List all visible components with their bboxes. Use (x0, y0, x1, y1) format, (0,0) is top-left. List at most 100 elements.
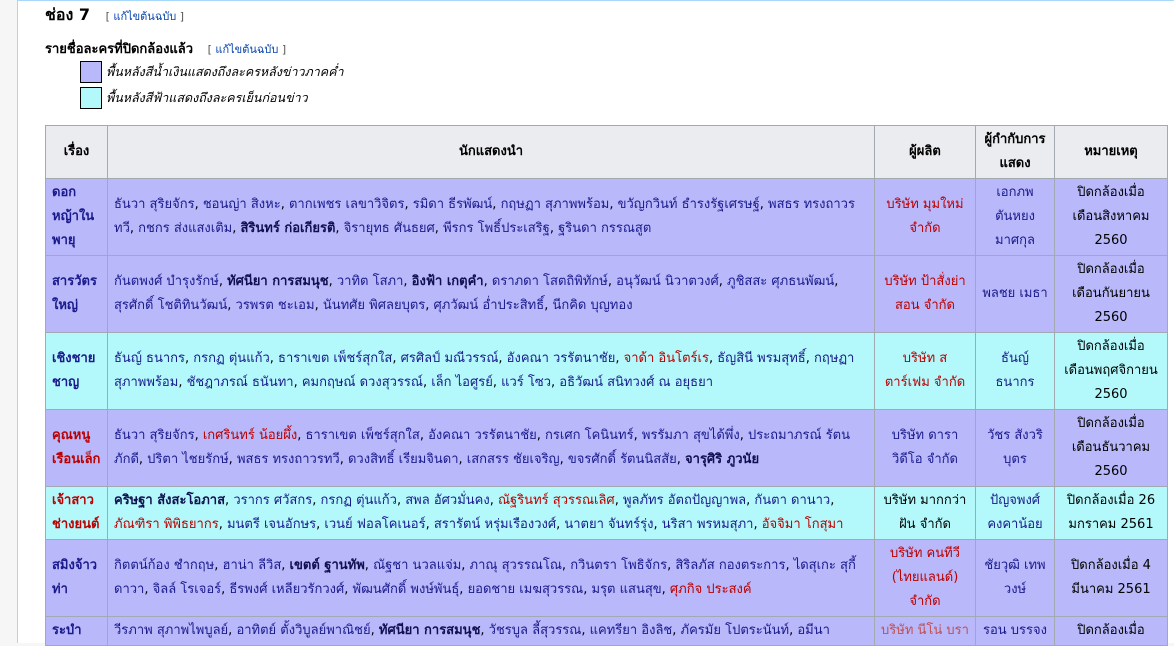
actor-link[interactable]: พสธร ทรงถาวรทวี (237, 452, 340, 467)
actor-link[interactable]: ฐรินดา กรรณสูต (558, 221, 651, 236)
director-link[interactable]: พลชย เมธา (982, 286, 1047, 301)
actor-link[interactable]: กรกฏ ตุ่นแก้ว (321, 493, 397, 508)
actor-link[interactable]: พัฒนศักดิ์ พงษ์พันธุ์ (353, 582, 460, 597)
actor-link[interactable]: กฤษฏา สุภาพพร้อม (501, 197, 610, 212)
director-link[interactable]: รอน บรรจง (983, 623, 1047, 638)
drama-title-link[interactable]: เจ้าสาวช่างยนต์ (45, 486, 108, 540)
actor-link[interactable]: กวินตรา โพธิจักร (570, 558, 667, 573)
actor-link[interactable]: ธาราเขต เพ็ชร์สุกใส (278, 351, 392, 366)
actor-link[interactable]: วรากร ศวัสกร (233, 493, 312, 508)
actor-link[interactable]: พูลภัทร อัตถปัญญาพล (623, 493, 746, 508)
actor-link[interactable]: เกศรินทร์ น้อยผึ้ง (203, 428, 297, 443)
actor-link[interactable]: วรพรต ชะเอม (236, 298, 315, 313)
actor-link[interactable]: ดราภดา โสตถิพิทักษ์ (492, 274, 608, 289)
actor-link[interactable]: สิรินทร์ ก่อเกียรติ (241, 221, 336, 236)
actor-link[interactable]: กันตพงศ์ บำรุงรักษ์ (114, 274, 219, 289)
producer-link[interactable]: บริษัท นีโน่ บรา (881, 623, 969, 638)
drama-title-link[interactable]: ดอกหญ้าในพายุ (45, 178, 108, 256)
actor-link[interactable]: นริสา พรหมสุภา (662, 517, 754, 532)
actor-link[interactable]: ตากเพชร เลขาวิจิตร (289, 197, 405, 212)
actor-link[interactable]: กชกร ส่งแสงเติม (138, 221, 232, 236)
actor-link[interactable]: กรเศก โคนินทร์ (545, 428, 634, 443)
actor-link[interactable]: มนตรี เจนอักษร (227, 517, 316, 532)
actor-link[interactable]: ธัญสินี พรมสุทธิ์ (717, 351, 806, 366)
actor-link[interactable]: นันทศัย พิศลยบุตร (323, 298, 425, 313)
actor-link[interactable]: สุรศักดิ์ โชติทินวัฒน์ (114, 298, 227, 313)
producer-link[interactable]: บริษัท ดารา วิดีโอ จำกัด (892, 428, 959, 467)
producer-link[interactable]: บริษัท มุมใหม่ จำกัด (886, 197, 963, 236)
actor-link[interactable]: ศรศิลป์ มณีวรรณ์ (401, 351, 499, 366)
edit-link-text[interactable]: แก้ไขต้นฉบับ (215, 43, 278, 56)
actor-link[interactable]: อธิวัฒน์ สนิทวงศ์ ณ อยุธยา (559, 375, 713, 390)
actor-link[interactable]: วาทิต โสภา (337, 274, 404, 289)
actor-link[interactable]: เล็ก ไอศูรย์ (431, 375, 493, 390)
actor-link[interactable]: ธาราเขต เพ็ชร์สุกใส (306, 428, 420, 443)
actor-link[interactable]: อังคณา วรรัตนาชัย (428, 428, 537, 443)
actor-link[interactable]: เสกสรร ชัยเจริญ (467, 452, 560, 467)
actor-link[interactable]: ธันวา สุริยจักร (114, 428, 195, 443)
director-link[interactable]: วัชร สังวริบุตร (987, 428, 1043, 467)
actor-link[interactable]: จิลล์ โรเจอร์ (153, 582, 222, 597)
actor-link[interactable]: กันตา ดานาว (754, 493, 830, 508)
actor-link[interactable]: พรรัมภา สุขได้พึ่ง (642, 428, 740, 443)
actor-link[interactable]: วัชรบูล ลี้สุวรรณ (489, 623, 582, 638)
drama-title-link[interactable]: สารวัตรใหญ่ (45, 255, 108, 333)
actor-link[interactable]: ดวงสิทธิ์ เรียมจินดา (348, 452, 459, 467)
section-edit-link[interactable]: [ แก้ไขต้นฉบับ ] (106, 10, 185, 23)
actor-link[interactable]: อนุวัฒน์ นิวาตวงศ์ (616, 274, 719, 289)
actor-link[interactable]: ณัฐชา นวลแจ่ม (373, 558, 461, 573)
actor-link[interactable]: ขวัญกวินท์ ธำรงรัฐเศรษฐ์ (618, 197, 760, 212)
actor-link[interactable]: ศุภวัฒน์ อ่ำประสิทธิ์ (434, 298, 545, 313)
actor-link[interactable]: คริษฐา สังสะโอภาส (114, 493, 225, 508)
actor-link[interactable]: ภัณฑิรา พิพิธยากร (114, 517, 219, 532)
actor-link[interactable]: รมิดา ธีรพัฒน์ (413, 197, 493, 212)
producer-link[interactable]: บริษัท คนทีวี (ไทยแลนด์) จำกัด (890, 546, 960, 609)
producer-link[interactable]: บริษัท สตาร์เฟม จำกัด (885, 351, 965, 390)
actor-link[interactable]: จิรายุทธ ศันธยศ (344, 221, 435, 236)
actor-link[interactable]: สพล อัศวมั่นคง (405, 493, 489, 508)
actor-link[interactable]: ทัศนียา การสมนุช (379, 623, 481, 638)
actor-link[interactable]: แวร์ โซว (501, 375, 551, 390)
actor-link[interactable]: นาตยา จันทร์รุ่ง (564, 517, 653, 532)
actor-link[interactable]: ธีรพงศ์ เหลียวรักวงศ์ (229, 582, 344, 597)
subsection-edit-link[interactable]: [ แก้ไขต้นฉบับ ] (208, 43, 287, 56)
actor-link[interactable]: ชัชฎาภรณ์ ธนันทา (187, 375, 294, 390)
actor-link[interactable]: ขจรศักดิ์ รัตนนิสสัย (568, 452, 677, 467)
actor-link[interactable]: ธันวา สุริยจักร (114, 197, 195, 212)
edit-link-text[interactable]: แก้ไขต้นฉบับ (113, 10, 176, 23)
actor-link[interactable]: อัจจิมา โกสุมา (762, 517, 844, 532)
actor-link[interactable]: ฮาน่า ลีวิส (223, 558, 282, 573)
actor-link[interactable]: กิตตน์ก้อง ชำกฤษ (114, 558, 214, 573)
director-link[interactable]: ปัญจพงศ์ คงคาน้อย (987, 493, 1042, 532)
actor-link[interactable]: วีรภาพ สุภาพไพบูลย์ (114, 623, 228, 638)
producer-link[interactable]: บริษัท ป้าสั่งย่าสอน จำกัด (884, 274, 965, 313)
actor-link[interactable]: ณัฐรินทร์ สุวรรณเลิศ (498, 493, 615, 508)
actor-link[interactable]: สรารัตน์ หรุ่มเรืองวงศ์ (434, 517, 556, 532)
actor-link[interactable]: คมกฤษณ์ ดวงสุวรรณ์ (302, 375, 423, 390)
actor-link[interactable]: ภัครมัย โปตระนันท์ (681, 623, 790, 638)
actor-link[interactable]: นีกคิด บุญทอง (552, 298, 632, 313)
producer-link[interactable]: บริษัท มากกว่าฝัน จำกัด (884, 493, 967, 532)
actor-link[interactable]: กรกฏ ตุ่นแก้ว (193, 351, 269, 366)
actor-link[interactable]: ภาณุ สุวรรณโณ (470, 558, 562, 573)
actor-link[interactable]: เวนย์ ฟอลโคเนอร์ (324, 517, 425, 532)
director-link[interactable]: ธันญ์ ธนากร (996, 351, 1035, 390)
director-link[interactable]: ชัยวุฒิ เทพวงษ์ (984, 558, 1045, 597)
actor-link[interactable]: ยอดชาย เมฆสุวรรณ (468, 582, 584, 597)
drama-title-link[interactable]: ระบำ (45, 616, 108, 646)
director-link[interactable]: เอกภพ ตันหยง มาศกุล (995, 185, 1035, 248)
actor-link[interactable]: ธันญ์ ธนากร (114, 351, 185, 366)
actor-link[interactable]: ศุภกิจ ประสงค์ (670, 582, 752, 597)
actor-link[interactable]: พีรกร โพธิ์ประเสริฐ (443, 221, 550, 236)
actor-link[interactable]: จารุศิริ ภูวนัย (685, 452, 759, 467)
actor-link[interactable]: ภูชิสสะ ศุภธนพัฒน์ (727, 274, 834, 289)
actor-link[interactable]: อังคณา วรรัตนาชัย (507, 351, 616, 366)
drama-title-link[interactable]: เชิงชายชาญ (45, 332, 108, 410)
actor-link[interactable]: ชอนญ่า สิงหะ (203, 197, 281, 212)
drama-title-link[interactable]: สมิงจ้าวท่า (45, 539, 108, 617)
actor-link[interactable]: อาทิตย์ ตั้งวิบูลย์พาณิชย์ (236, 623, 370, 638)
actor-link[interactable]: แคทรียา อิงลิช (590, 623, 673, 638)
actor-link[interactable]: จาด้า อินโตร์เร (624, 351, 709, 366)
actor-link[interactable]: ปริตา ไชยรักษ์ (147, 452, 229, 467)
actor-link[interactable]: มรุต แสนสุข (592, 582, 662, 597)
